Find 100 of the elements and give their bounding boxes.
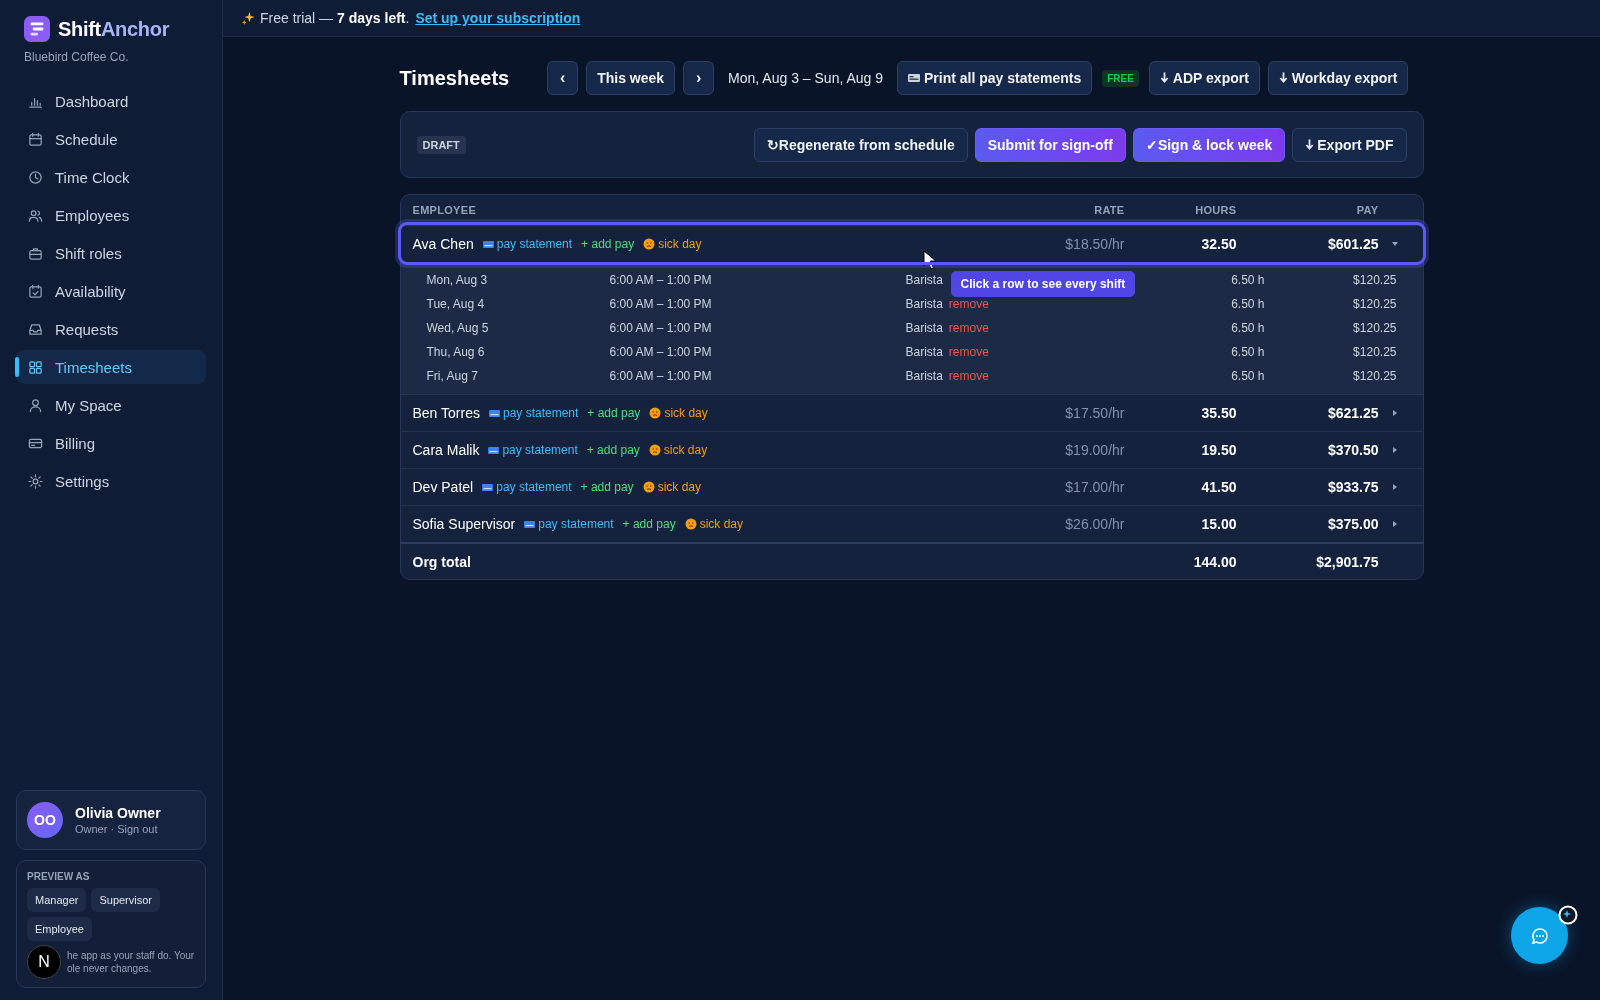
pay-statement-link[interactable]: pay statement xyxy=(482,480,572,494)
export-button[interactable]: ADP export xyxy=(1148,61,1260,95)
employee-name: Ava Chen xyxy=(412,236,474,252)
total-pay: $2,901.75 xyxy=(1315,553,1379,570)
sick-face-icon xyxy=(642,481,655,493)
card-icon xyxy=(482,482,494,492)
shift-hours: 6.50 h xyxy=(1230,273,1265,287)
trial-message: Free trial — 7 days left. xyxy=(260,10,410,26)
shift-role: Barista xyxy=(905,345,943,359)
pay-statement-link[interactable]: pay statement xyxy=(524,517,614,531)
sidebar-item[interactable]: Schedule xyxy=(16,122,206,156)
sick-day-link[interactable]: sick day xyxy=(642,480,701,494)
sick-day-link[interactable]: sick day xyxy=(649,406,708,420)
pay-cell-text: $621.25 xyxy=(1326,405,1379,421)
export-button[interactable]: Workday export xyxy=(1267,61,1409,95)
toolbar-button[interactable]: ✓Sign & lock week xyxy=(1132,127,1286,162)
role-button[interactable]: Supervisor xyxy=(91,888,160,912)
hours-cell-text: 19.50 xyxy=(1200,442,1237,458)
role-button[interactable]: Manager xyxy=(27,888,87,912)
sick-day-link[interactable]: sick day xyxy=(648,443,708,457)
add-pay-link[interactable]: + add pay xyxy=(586,443,640,457)
pay-statement-link[interactable]: pay statement xyxy=(482,237,573,251)
employee-row[interactable]: Dev Patel pay statement + add pay sick day $17.00/hr 41.50 $933.75 xyxy=(400,468,1423,505)
add-pay-link[interactable]: + add pay xyxy=(580,480,634,494)
user-role: Owner · Sign out xyxy=(75,823,159,835)
sidebar-item[interactable]: Billing xyxy=(16,426,206,460)
sidebar-item[interactable]: Dashboard xyxy=(16,84,206,118)
inbox-icon xyxy=(28,321,43,337)
toolbar-button[interactable]: Submit for sign-off xyxy=(974,127,1126,162)
remove-link[interactable]: remove xyxy=(948,297,989,311)
rate-cell-text: $17.50/hr xyxy=(1064,405,1125,421)
column-header: RATE xyxy=(1093,204,1125,216)
brand-name: ShiftAnchor xyxy=(58,17,170,41)
toolbar-button[interactable]: Export PDF xyxy=(1292,127,1407,162)
calendar-icon xyxy=(28,131,43,147)
employee-row[interactable]: Sofia Supervisor pay statement + add pay sick day $26.00/hr 15.00 $375.00 xyxy=(400,505,1423,542)
sidebar-item[interactable]: Settings xyxy=(16,464,206,498)
sparkle-badge-icon xyxy=(1558,905,1578,925)
pay-cell-text: $601.25 xyxy=(1326,236,1379,252)
sidebar-item[interactable]: My Space xyxy=(16,388,206,422)
sparkle-icon xyxy=(241,10,256,26)
employee-row[interactable]: Cara Malik pay statement + add pay sick day $19.00/hr 19.50 $370.50 xyxy=(400,431,1423,468)
rate-cell-text: $26.00/hr xyxy=(1064,516,1125,532)
preview-title: PREVIEW AS xyxy=(27,871,91,882)
date-range: Mon, Aug 3 – Sun, Aug 9 xyxy=(728,70,883,86)
sick-face-icon xyxy=(684,518,697,530)
download-icon xyxy=(1278,72,1288,84)
column-header: EMPLOYEE xyxy=(412,204,478,216)
hours-cell-text: 15.00 xyxy=(1200,516,1237,532)
add-pay-link[interactable]: + add pay xyxy=(581,237,635,251)
sidebar-item[interactable]: Time Clock xyxy=(16,160,206,194)
shift-pay: $120.25 xyxy=(1352,297,1397,311)
people-icon xyxy=(28,207,43,223)
sidebar-item[interactable]: Employees xyxy=(16,198,206,232)
sick-face-icon xyxy=(648,444,661,456)
this-week-button[interactable]: This week xyxy=(586,61,676,95)
shift-hours: 6.50 h xyxy=(1230,297,1265,311)
pay-statement-link[interactable]: pay statement xyxy=(488,406,579,420)
remove-link[interactable]: remove xyxy=(948,369,989,383)
next-week-button[interactable]: › xyxy=(683,61,715,95)
organization-name: Bluebird Coffee Co. xyxy=(24,50,130,64)
tooltip: Click a row to see every shift xyxy=(950,271,1136,297)
employee-row[interactable]: Ava Chen pay statement + add pay sick day $18.50/hr 32.50 $601.25 xyxy=(400,225,1423,262)
previous-week-button[interactable]: ‹ xyxy=(547,61,579,95)
hours-cell-text: 32.50 xyxy=(1200,236,1237,252)
status-badge: DRAFT xyxy=(416,136,466,154)
toolbar-button[interactable]: ↻Regenerate from schedule xyxy=(753,127,968,162)
mouse-pointer-icon xyxy=(922,250,937,270)
preview-note: he app as your staff do. Your ole never changes. xyxy=(67,949,195,975)
subscription-link[interactable]: Set up your subscription xyxy=(415,10,581,26)
hours-cell-text: 35.50 xyxy=(1200,405,1237,421)
shift-role: Barista xyxy=(905,321,943,335)
shift-time: 6:00 AM – 1:00 PM xyxy=(609,345,713,359)
hours-cell-text: 41.50 xyxy=(1200,479,1237,495)
add-pay-link[interactable]: + add pay xyxy=(587,406,641,420)
user-name: Olivia Owner xyxy=(75,805,161,821)
role-button[interactable]: Employee xyxy=(27,917,92,941)
shift-pay: $120.25 xyxy=(1352,273,1397,287)
employee-name: Cara Malik xyxy=(412,442,480,458)
logo-icon xyxy=(24,16,50,42)
shift-pay: $120.25 xyxy=(1352,369,1397,383)
add-pay-link[interactable]: + add pay xyxy=(622,517,676,531)
download-icon xyxy=(1159,72,1169,84)
remove-link[interactable]: remove xyxy=(948,321,989,335)
chat-button[interactable] xyxy=(1511,907,1568,964)
pay-statement-link[interactable]: pay statement xyxy=(488,443,578,457)
print-statements-button[interactable]: Print all pay statements xyxy=(897,61,1093,95)
sick-day-link[interactable]: sick day xyxy=(643,237,702,251)
remove-link[interactable]: remove xyxy=(948,345,989,359)
sidebar-item[interactable]: Timesheets xyxy=(16,350,206,384)
avatar: OO xyxy=(27,802,63,838)
employee-row[interactable]: Ben Torres pay statement + add pay sick day $17.50/hr 35.50 $621.25 xyxy=(400,394,1423,431)
sidebar-item[interactable]: Shift roles xyxy=(16,236,206,270)
sick-day-link[interactable]: sick day xyxy=(684,517,743,531)
sidebar-item[interactable]: Availability xyxy=(16,274,206,308)
shift-hours: 6.50 h xyxy=(1230,369,1265,383)
card-icon xyxy=(482,239,494,249)
dev-badge[interactable]: N xyxy=(27,945,61,979)
sidebar-item[interactable]: Requests xyxy=(16,312,206,346)
person-icon xyxy=(28,397,43,413)
